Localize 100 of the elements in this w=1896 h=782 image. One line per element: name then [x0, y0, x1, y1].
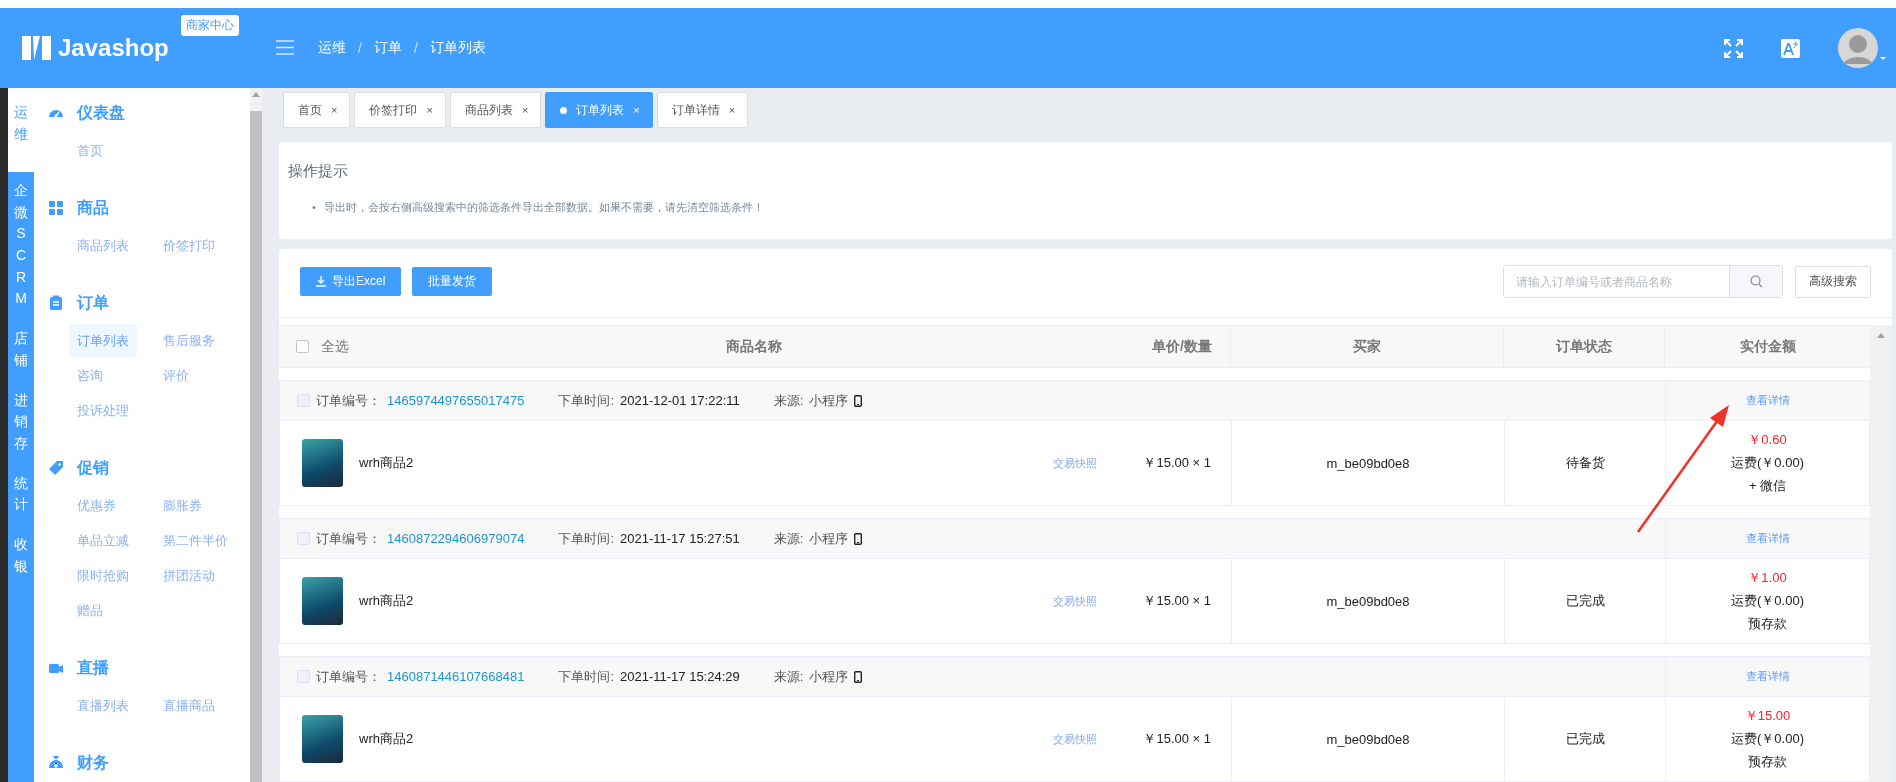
- breadcrumb-separator: /: [358, 40, 362, 56]
- menu-item[interactable]: 赠品: [69, 594, 111, 627]
- menu-item[interactable]: 订单列表: [69, 324, 137, 357]
- menu-item[interactable]: 直播商品: [155, 689, 223, 722]
- order-time: 2021-11-17 15:27:51: [620, 531, 740, 546]
- menu-group-title: 直播: [77, 657, 109, 678]
- column-header: 单价/数量: [1152, 337, 1212, 356]
- rail-tab[interactable]: 统计: [8, 464, 34, 526]
- menu-item[interactable]: 单品立减: [69, 524, 137, 557]
- tab-close-button[interactable]: ×: [426, 104, 433, 116]
- menu-item[interactable]: 直播列表: [69, 689, 137, 722]
- tab-close-button[interactable]: ×: [728, 104, 736, 116]
- view-details-link[interactable]: 查看详情: [1745, 531, 1790, 546]
- checkbox[interactable]: [296, 340, 309, 353]
- menu-item[interactable]: 评价: [155, 359, 197, 392]
- fullscreen-icon[interactable]: [1724, 38, 1743, 58]
- rail-tab[interactable]: 进销存: [8, 381, 34, 465]
- ship-button[interactable]: 批量发货: [412, 267, 493, 296]
- tab[interactable]: 订单详情 ×: [656, 92, 749, 128]
- menu-group-title: 仪表盘: [77, 102, 125, 123]
- price-quantity: ￥15.00 × 1: [1143, 730, 1211, 748]
- menu-icon[interactable]: [276, 40, 294, 55]
- menu-item[interactable]: 商品列表: [69, 229, 137, 262]
- order-number-label: 订单编号：: [316, 391, 381, 410]
- download-icon: [316, 276, 326, 287]
- checkbox[interactable]: [297, 394, 310, 407]
- snapshot-link[interactable]: 交易快照: [1053, 593, 1098, 609]
- rail-tab[interactable]: 企微SCRM: [8, 172, 34, 321]
- select-all-label: 全选: [321, 337, 349, 356]
- source-value: 小程序: [809, 667, 849, 686]
- order-number-link[interactable]: 1465974497655017475: [387, 393, 525, 408]
- phone-icon: [854, 532, 863, 545]
- order-status: 待备货: [1565, 454, 1605, 472]
- menu-item[interactable]: 限时抢购: [69, 559, 137, 592]
- menu-item[interactable]: 咨询: [69, 359, 111, 392]
- column-header: 实付金额: [1739, 337, 1796, 356]
- tab[interactable]: 商品列表 ×: [449, 92, 542, 128]
- translate-icon[interactable]: [1781, 38, 1800, 58]
- search-field[interactable]: 请输入订单编号或者商品名称: [1503, 265, 1783, 298]
- tab-close-button[interactable]: ×: [331, 104, 338, 116]
- tab[interactable]: 订单列表 ×: [545, 92, 653, 128]
- menu-item[interactable]: 投诉处理: [69, 394, 137, 427]
- rail-tab[interactable]: 收银: [8, 525, 34, 588]
- product-name: wrh商品2: [359, 592, 414, 610]
- rail-tab[interactable]: 店铺: [8, 320, 34, 382]
- price-quantity: ￥15.00 × 1: [1143, 454, 1211, 472]
- snapshot-link[interactable]: 交易快照: [1053, 731, 1098, 747]
- buyer-name: m_be09bd0e8: [1326, 731, 1410, 747]
- source-value: 小程序: [809, 529, 849, 548]
- hint-title: 操作提示: [288, 162, 349, 181]
- menu-group-title: 促销: [77, 457, 109, 478]
- menu-item[interactable]: 第二件半价: [155, 524, 236, 557]
- product-photo-placeholder: [302, 577, 343, 625]
- order-number-link[interactable]: 1460872294606979074: [387, 531, 525, 546]
- menu-item[interactable]: 首页: [69, 134, 111, 167]
- order-time-label: 下单时间:: [558, 529, 614, 548]
- badge: 商家中心: [181, 15, 239, 36]
- breadcrumb-item[interactable]: 订单列表: [429, 39, 486, 57]
- scrollbar[interactable]: [250, 88, 262, 782]
- menu-item[interactable]: 售后服务: [155, 324, 223, 357]
- menu-group-title: 订单: [77, 292, 109, 313]
- order-time-label: 下单时间:: [558, 391, 614, 410]
- order-number-link[interactable]: 1460871446107668481: [387, 669, 525, 684]
- buyer-name: m_be09bd0e8: [1326, 593, 1410, 609]
- grid-icon: [48, 200, 64, 216]
- menu-item[interactable]: 价签打印: [155, 229, 223, 262]
- rail-tab[interactable]: 运维: [8, 88, 34, 172]
- source-value: 小程序: [809, 391, 849, 410]
- payment-method: 预存款: [1748, 615, 1787, 633]
- tab[interactable]: 价签打印 ×: [354, 92, 446, 128]
- avatar-icon[interactable]: [1838, 27, 1886, 69]
- view-details-link[interactable]: 查看详情: [1745, 393, 1790, 408]
- breadcrumb-item[interactable]: 运维: [318, 39, 346, 57]
- snapshot-link[interactable]: 交易快照: [1053, 455, 1098, 471]
- tab[interactable]: 首页 ×: [283, 92, 351, 128]
- product-photo-placeholder: [302, 439, 343, 487]
- order-status: 已完成: [1565, 592, 1605, 610]
- tag-icon: [48, 460, 64, 476]
- column-header: 商品名称: [726, 337, 782, 356]
- menu-item[interactable]: 优惠券: [69, 489, 124, 522]
- order-time: 2021-11-17 15:24:29: [620, 669, 740, 684]
- checkbox[interactable]: [297, 670, 310, 683]
- view-details-link[interactable]: 查看详情: [1745, 669, 1790, 684]
- clipboard-icon: [48, 295, 64, 311]
- shipping-fee: 运费(￥0.00): [1731, 454, 1804, 472]
- scrollbar[interactable]: [1870, 325, 1892, 782]
- order-time: 2021-12-01 17:22:11: [620, 393, 740, 408]
- tab-close-button[interactable]: ×: [521, 104, 529, 116]
- checkbox[interactable]: [297, 532, 310, 545]
- product-photo-placeholder: [302, 715, 343, 763]
- advanced-search-button[interactable]: 高级搜索: [1795, 265, 1871, 298]
- payment-method: 预存款: [1748, 753, 1787, 771]
- menu-item[interactable]: 拼团活动: [155, 559, 223, 592]
- paid-amount: ￥0.60: [1748, 431, 1787, 449]
- export-button[interactable]: 导出Excel: [300, 267, 402, 296]
- menu-item[interactable]: 膨胀券: [155, 489, 210, 522]
- source-label: 来源:: [773, 391, 804, 410]
- search-button[interactable]: [1729, 266, 1782, 297]
- breadcrumb-item[interactable]: 订单: [373, 39, 402, 57]
- tab-close-button[interactable]: ×: [633, 104, 640, 116]
